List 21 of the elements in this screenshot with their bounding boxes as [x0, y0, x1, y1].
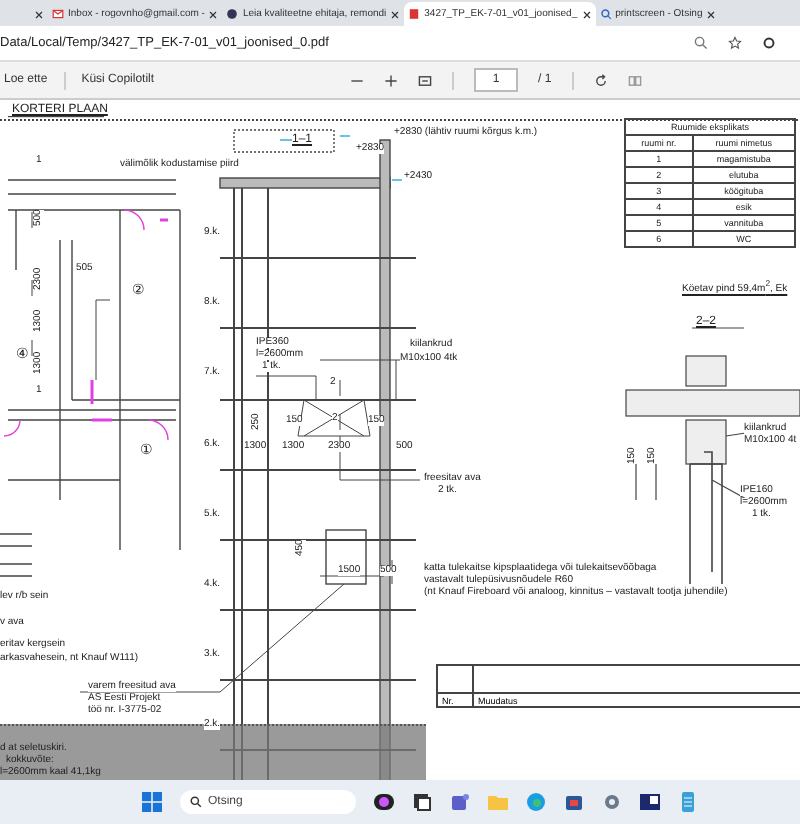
- edge-icon[interactable]: [526, 792, 546, 812]
- close-icon[interactable]: [706, 9, 717, 19]
- fit-page-icon[interactable]: [418, 73, 433, 87]
- star-icon[interactable]: [728, 36, 742, 50]
- mail-icon: [52, 8, 64, 20]
- rotate-icon[interactable]: [593, 73, 608, 87]
- copilot-icon[interactable]: [374, 792, 394, 812]
- close-icon[interactable]: [390, 9, 401, 19]
- search-icon: [599, 8, 612, 20]
- pdf-icon: [408, 8, 421, 20]
- teams-icon[interactable]: [450, 792, 470, 812]
- plus-icon[interactable]: [384, 73, 399, 87]
- app-icon[interactable]: [640, 792, 660, 812]
- close-icon[interactable]: [208, 9, 219, 19]
- close-icon[interactable]: [34, 9, 44, 19]
- task-view-icon[interactable]: [412, 792, 432, 812]
- two-page-icon[interactable]: [627, 73, 642, 87]
- close-icon[interactable]: [581, 9, 592, 19]
- windows-logo-icon[interactable]: [142, 792, 162, 812]
- zoom-icon[interactable]: [694, 36, 708, 50]
- store-icon[interactable]: [564, 792, 584, 812]
